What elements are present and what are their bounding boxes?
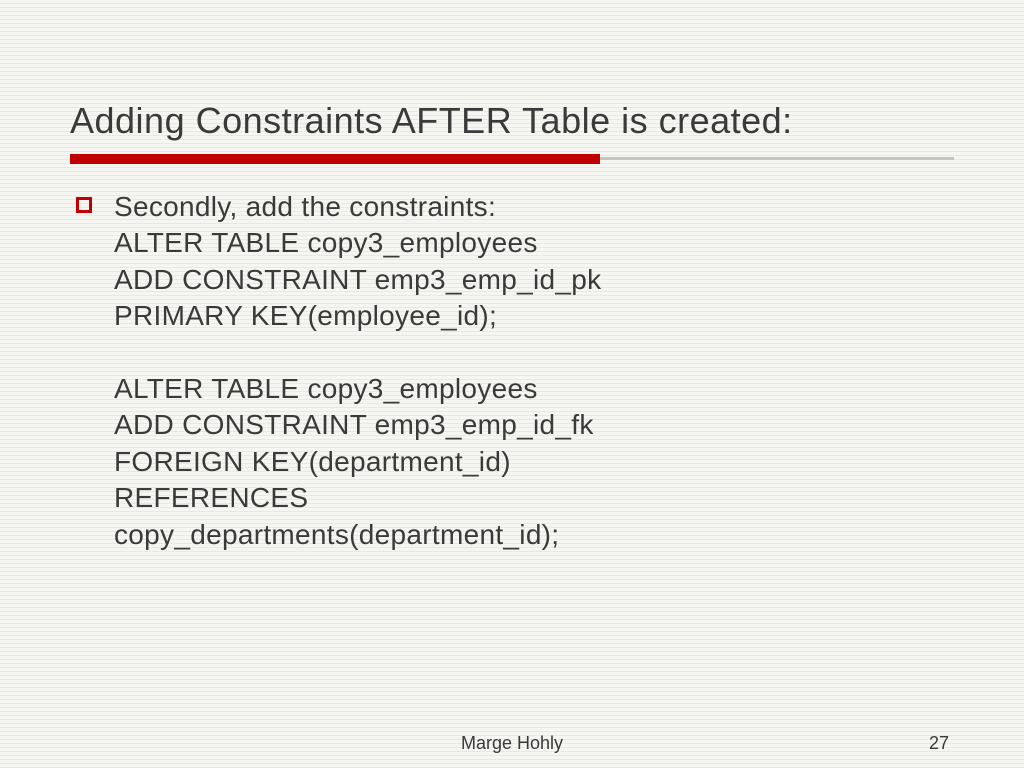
- slide-container: Adding Constraints AFTER Table is create…: [0, 0, 1024, 768]
- code-line-7: REFERENCES: [114, 482, 308, 513]
- bullet-square-icon: [76, 197, 92, 213]
- slide-title: Adding Constraints AFTER Table is create…: [70, 100, 954, 142]
- title-underline-gray: [600, 157, 954, 160]
- bullet-text-block: Secondly, add the constraints: ALTER TAB…: [114, 189, 601, 553]
- title-underline-red: [70, 154, 600, 164]
- code-line-8: copy_departments(department_id);: [114, 519, 559, 550]
- footer-author: Marge Hohly: [461, 733, 563, 754]
- title-underline: [70, 154, 954, 164]
- code-line-3: PRIMARY KEY(employee_id);: [114, 300, 497, 331]
- code-line-4: ALTER TABLE copy3_employees: [114, 373, 538, 404]
- bullet-item: Secondly, add the constraints: ALTER TAB…: [76, 189, 954, 553]
- code-line-2: ADD CONSTRAINT emp3_emp_id_pk: [114, 264, 601, 295]
- code-line-5: ADD CONSTRAINT emp3_emp_id_fk: [114, 409, 594, 440]
- bullet-intro-text: Secondly, add the constraints:: [114, 191, 496, 222]
- content-area: Secondly, add the constraints: ALTER TAB…: [70, 189, 954, 553]
- code-line-1: ALTER TABLE copy3_employees: [114, 227, 538, 258]
- footer-page-number: 27: [929, 733, 949, 754]
- code-line-6: FOREIGN KEY(department_id): [114, 446, 511, 477]
